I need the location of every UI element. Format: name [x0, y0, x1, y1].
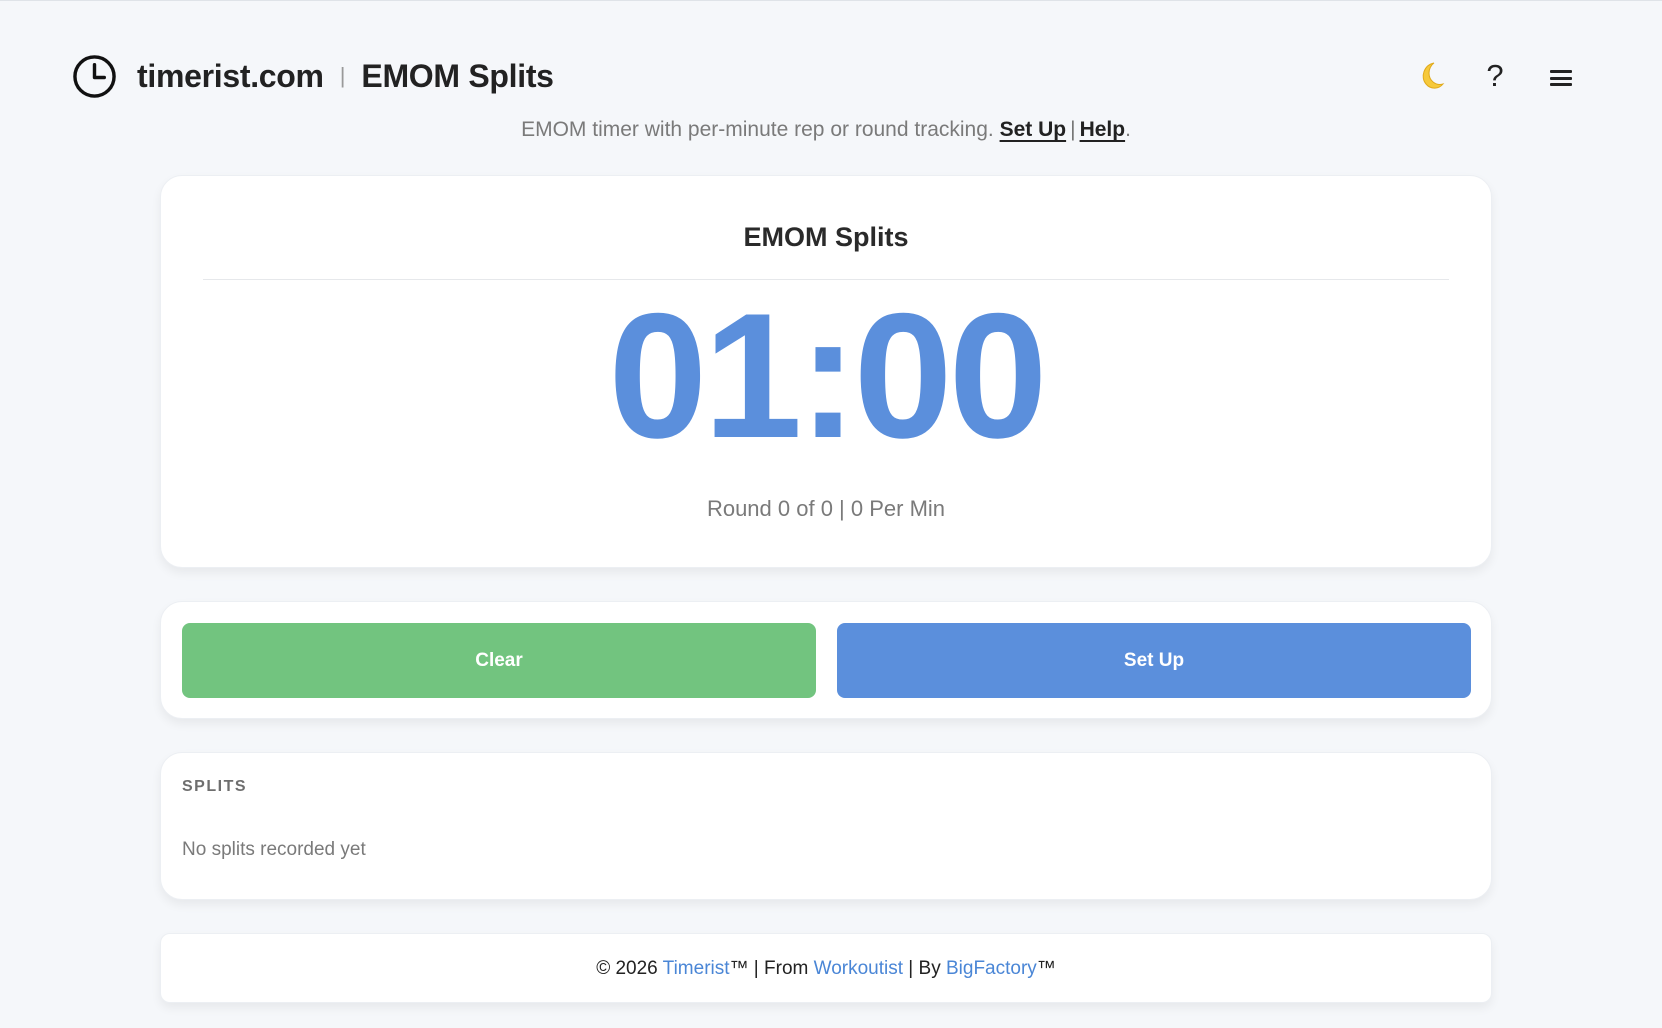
round-info: Round 0 of 0 | 0 Per Min — [706, 496, 946, 521]
help-icon[interactable]: ? — [1480, 58, 1510, 94]
site-brand[interactable]: timerist.com — [137, 58, 324, 95]
tagline-pipe: | — [1070, 118, 1076, 141]
splits-empty-message: No splits recorded yet — [182, 839, 366, 860]
timer-title: EMOM Splits — [203, 222, 1449, 280]
footer-by: | By — [903, 958, 946, 979]
header-actions: ? — [1412, 50, 1572, 102]
timerist-link[interactable]: Timerist — [663, 958, 730, 979]
tagline-period: . — [1125, 118, 1131, 141]
footer-trademark: ™ — [1036, 958, 1056, 979]
help-link[interactable]: Help — [1080, 118, 1126, 141]
tagline-text: EMOM timer with per-minute rep or round … — [521, 118, 994, 141]
setup-link[interactable]: Set Up — [1000, 118, 1067, 141]
splits-card: SPLITS No splits recorded yet — [160, 752, 1492, 900]
footer-text: © 2026 Timerist™ | From Workoutist | By … — [161, 958, 1491, 980]
clear-button[interactable]: Clear — [182, 623, 816, 698]
setup-button[interactable]: Set Up — [837, 623, 1471, 698]
site-header: timerist.com | EMOM Splits ? — [72, 50, 1572, 102]
footer-copyright: © 2026 — [596, 958, 663, 979]
workoutist-link[interactable]: Workoutist — [814, 958, 903, 979]
timer-card: EMOM Splits 01:00 Round 0 of 0 | 0 Per M… — [160, 175, 1492, 568]
tagline: EMOM timer with per-minute rep or round … — [0, 118, 1652, 142]
top-border — [0, 0, 1662, 3]
clock-icon[interactable] — [72, 54, 117, 99]
splits-heading: SPLITS — [182, 778, 248, 795]
controls-card: Clear Set Up — [160, 601, 1492, 719]
moon-icon[interactable] — [1412, 59, 1446, 93]
timer-display: 01:00 — [608, 276, 1047, 475]
menu-icon[interactable] — [1550, 68, 1572, 88]
page-title: EMOM Splits — [361, 57, 554, 94]
footer-from: ™ | From — [729, 958, 814, 979]
header-separator: | — [339, 63, 346, 88]
footer: © 2026 Timerist™ | From Workoutist | By … — [160, 933, 1492, 1003]
bigfactory-link[interactable]: BigFactory — [946, 958, 1037, 979]
